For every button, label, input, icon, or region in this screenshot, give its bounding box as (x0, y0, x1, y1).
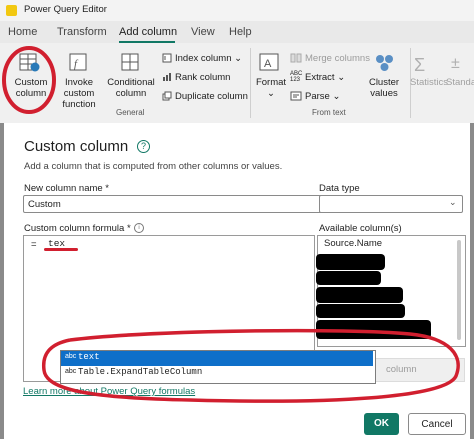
from-text-group-label: From text (312, 108, 346, 117)
data-type-label: Data type (319, 183, 360, 194)
redacted-item (316, 254, 385, 270)
chevron-down-icon: ⌄ (337, 72, 346, 83)
cluster-icon (376, 55, 393, 71)
standard-icon: ± (451, 55, 460, 72)
power-query-logo-icon (6, 5, 17, 16)
available-columns-label: Available column(s) (319, 223, 402, 234)
formula-prefix: = (31, 239, 37, 250)
dialog-description: Add a column that is computed from other… (24, 161, 283, 172)
duplicate-icon (162, 91, 172, 101)
invoke-function-icon: f (69, 53, 87, 71)
format-icon: A (259, 53, 279, 71)
tab-help[interactable]: Help (229, 26, 252, 38)
format-label: Format ⌄ (255, 77, 287, 99)
cluster-values-label: Cluster values (368, 77, 400, 99)
annotation-circle (41, 328, 460, 403)
tab-view[interactable]: View (191, 26, 215, 38)
index-icon (162, 53, 172, 63)
window-title: Power Query Editor (24, 4, 107, 15)
statistics-icon: Σ (414, 55, 426, 75)
data-type-select[interactable] (319, 195, 463, 213)
ok-button[interactable]: OK (364, 413, 399, 435)
conditional-column-label: Conditional column (107, 77, 155, 99)
new-column-name-input[interactable] (23, 195, 322, 213)
parse-icon (290, 91, 302, 101)
tab-home[interactable]: Home (8, 26, 37, 38)
annotation-circle (2, 46, 56, 114)
chevron-down-icon: ⌄ (332, 91, 341, 102)
conditional-column-icon (121, 53, 139, 71)
dialog-title: Custom column (24, 138, 129, 155)
parse-label: Parse (305, 91, 330, 102)
svg-text:A: A (264, 58, 272, 70)
tab-transform[interactable]: Transform (57, 26, 107, 38)
tab-add-column[interactable]: Add column (119, 26, 177, 38)
rank-column-button[interactable]: Rank column (175, 72, 230, 83)
merge-columns-button[interactable]: Merge columns (305, 53, 370, 64)
formula-label: Custom column formula * (24, 223, 131, 234)
standard-button[interactable]: Standa (446, 77, 474, 88)
info-icon[interactable]: i (134, 223, 144, 233)
scrollbar[interactable] (457, 240, 461, 340)
help-icon[interactable]: ? (137, 140, 150, 153)
chevron-down-icon: ⌄ (267, 88, 275, 99)
extract-button[interactable]: Extract ⌄ (305, 72, 345, 83)
list-item[interactable]: Source.Name (324, 238, 382, 249)
redacted-item (316, 271, 381, 285)
redacted-item (316, 304, 405, 318)
cancel-button[interactable]: Cancel (408, 413, 466, 435)
index-column-button[interactable]: Index column ⌄ (175, 53, 242, 64)
duplicate-column-button[interactable]: Duplicate column (175, 91, 248, 102)
general-group-label: General (116, 108, 145, 117)
annotation-underline (44, 248, 78, 251)
index-column-label: Index column (175, 53, 232, 64)
redacted-item (316, 287, 403, 303)
rank-icon (163, 73, 171, 81)
chevron-down-icon: ⌄ (234, 53, 243, 64)
chevron-down-icon: ⌄ (449, 197, 457, 207)
parse-button[interactable]: Parse ⌄ (305, 91, 340, 102)
new-column-name-label: New column name * (24, 183, 110, 194)
merge-icon (290, 53, 302, 63)
statistics-button[interactable]: Statistics (410, 77, 448, 88)
ribbon-separator (250, 48, 251, 118)
extract-icon: ABC 123 (290, 71, 303, 83)
extract-label: Extract (305, 72, 335, 83)
